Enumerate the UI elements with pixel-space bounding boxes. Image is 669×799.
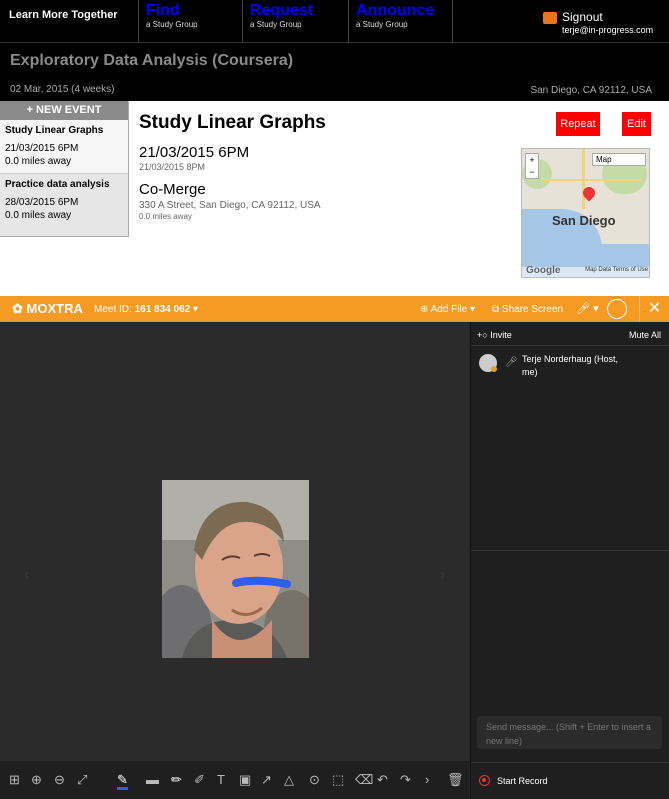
message-input[interactable]: Send message... (Shift + Enter to insert…: [477, 716, 662, 749]
event-item[interactable]: Study Linear Graphs 21/03/2015 6PM 0.0 m…: [0, 120, 128, 174]
redo-icon[interactable]: ↷: [400, 773, 411, 787]
event-distance: 0.0 miles away: [5, 210, 72, 221]
event-detail: Study Linear Graphs 21/03/2015 6PM 21/03…: [139, 112, 326, 221]
map-road: [542, 179, 642, 181]
next-icon[interactable]: ›: [425, 773, 429, 787]
event-distance-detail: 0.0 miles away: [139, 212, 192, 221]
divider: [471, 550, 669, 551]
signout-area: Signout terje@in-progress.com: [453, 0, 669, 42]
shared-photo[interactable]: [162, 480, 309, 658]
trash-icon[interactable]: 🗑︎: [447, 773, 464, 787]
group-header: Exploratory Data Analysis (Coursera) 02 …: [0, 42, 669, 101]
repeat-button[interactable]: Repeat: [556, 112, 600, 136]
moxtra-meeting: ✿ MOXTRA Meet ID: 161 834 062 ▾ ⊕ Add Fi…: [0, 296, 669, 799]
find-nav[interactable]: Find a Study Group: [139, 0, 243, 42]
whiteboard-stage[interactable]: ‹ ›: [0, 322, 469, 761]
group-location: San Diego, CA 92112, USA: [530, 85, 652, 96]
microphone-icon[interactable]: 🎤︎: [505, 357, 518, 368]
arrow-icon[interactable]: ↗: [261, 773, 272, 787]
close-icon[interactable]: ✕: [639, 296, 669, 322]
map-zoom-control[interactable]: + −: [525, 153, 539, 179]
invite-button[interactable]: +○ Invite: [477, 330, 512, 340]
google-logo: Google: [526, 265, 561, 276]
add-file-button[interactable]: ⊕ Add File ▾: [420, 304, 475, 315]
highlighter-icon[interactable]: ✐: [194, 773, 205, 787]
record-icon: [479, 775, 490, 786]
find-link[interactable]: Find: [146, 2, 242, 20]
event-title: Practice data analysis: [5, 179, 110, 190]
moxtra-logo: ✿ MOXTRA: [12, 301, 83, 316]
microphone-icon[interactable]: 🎤︎ ▾: [576, 302, 599, 315]
meet-id-value: 161 834 062: [134, 304, 191, 315]
participant-row[interactable]: 🎤︎ Terje Norderhaug (Host, me): [471, 346, 669, 380]
start-record-label: Start Record: [497, 776, 548, 786]
event-date: 28/03/2015 6PM: [5, 197, 79, 208]
user-icon: [543, 12, 557, 24]
next-page-icon[interactable]: ›: [440, 566, 445, 584]
zoom-out-icon[interactable]: −: [526, 166, 538, 178]
undo-icon[interactable]: ↶: [377, 773, 388, 787]
find-sub: a Study Group: [146, 20, 198, 29]
request-sub: a Study Group: [250, 20, 302, 29]
new-event-button[interactable]: + NEW EVENT: [0, 101, 128, 120]
share-screen-label: Share Screen: [501, 304, 564, 315]
start-record-button[interactable]: Start Record: [471, 762, 669, 799]
zoom-in-icon[interactable]: +: [526, 154, 538, 166]
announce-link[interactable]: Announce: [356, 2, 452, 20]
invite-label: Invite: [490, 330, 512, 340]
map-city-label: San Diego: [552, 213, 616, 228]
event-item[interactable]: Practice data analysis 28/03/2015 6PM 0.…: [0, 174, 128, 227]
event-venue: Co-Merge: [139, 181, 206, 198]
shape-icon[interactable]: △: [284, 773, 294, 787]
line-width-icon[interactable]: ▬: [146, 773, 159, 787]
event-title: Study Linear Graphs: [5, 125, 104, 136]
mute-all-button[interactable]: Mute All: [629, 330, 661, 340]
request-link[interactable]: Request: [250, 2, 348, 20]
avatar: [479, 354, 497, 372]
eraser-icon[interactable]: ⌫: [355, 773, 373, 787]
event-address: 330 A Street, San Diego, CA 92112, USA: [139, 200, 321, 211]
announce-nav[interactable]: Announce a Study Group: [349, 0, 453, 42]
pen-icon[interactable]: ✏: [171, 773, 182, 787]
user-email: terje@in-progress.com: [562, 25, 654, 35]
request-nav[interactable]: Request a Study Group: [243, 0, 349, 42]
announce-sub: a Study Group: [356, 20, 408, 29]
zoom-out-icon[interactable]: ⊖: [54, 773, 65, 787]
select-icon[interactable]: ⬚: [332, 773, 344, 787]
brand-link[interactable]: Learn More Together: [0, 0, 139, 42]
moxtra-toolbar: ✿ MOXTRA Meet ID: 161 834 062 ▾ ⊕ Add Fi…: [0, 296, 669, 322]
events-sidebar: + NEW EVENT Study Linear Graphs 21/03/20…: [0, 101, 129, 237]
add-file-label: Add File: [430, 304, 468, 315]
event-end: 21/03/2015 8PM: [139, 162, 206, 172]
portrait-image: [162, 480, 309, 658]
prev-page-icon[interactable]: ‹: [24, 566, 29, 584]
top-nav: Learn More Together Find a Study Group R…: [0, 0, 669, 42]
meet-id[interactable]: Meet ID: 161 834 062 ▾: [94, 304, 198, 315]
location-map[interactable]: San Diego + − Map Map Data Terms of Use …: [521, 148, 650, 278]
event-start: 21/03/2015 6PM: [139, 144, 250, 161]
share-screen-button[interactable]: ⧉ Share Screen: [492, 304, 563, 315]
participants-icon[interactable]: [607, 299, 627, 319]
meeting-sidepanel: +○ Invite Mute All 🎤︎ Terje Norderhaug (…: [470, 322, 669, 799]
signout-link[interactable]: Signout: [562, 10, 603, 24]
moxtra-logo-text: MOXTRA: [26, 301, 83, 316]
meet-id-label: Meet ID:: [94, 304, 132, 315]
grid-icon[interactable]: ⊞: [9, 773, 20, 787]
edit-button[interactable]: Edit: [622, 112, 651, 136]
map-type-select[interactable]: Map: [592, 153, 646, 166]
laser-icon[interactable]: ⊙: [309, 773, 320, 787]
participant-name: Terje Norderhaug (Host, me): [522, 354, 619, 377]
expand-icon[interactable]: ⤢: [77, 773, 87, 787]
pen-color-icon[interactable]: ✎: [117, 773, 128, 790]
event-detail-title: Study Linear Graphs: [139, 112, 326, 133]
whiteboard-toolbar: ⊞ ⊕ ⊖ ⤢ ✎ ▬ ✏ ✐ T ▣ ↗ △ ⊙ ⬚ ⌫ ↶ ↷ › 🗑︎: [0, 761, 469, 799]
text-icon[interactable]: T: [217, 773, 225, 787]
participants-header: +○ Invite Mute All: [471, 322, 669, 346]
zoom-in-icon[interactable]: ⊕: [31, 773, 42, 787]
event-distance: 0.0 miles away: [5, 156, 72, 167]
group-title: Exploratory Data Analysis (Coursera): [10, 52, 294, 69]
event-date: 21/03/2015 6PM: [5, 143, 79, 154]
image-icon[interactable]: ▣: [239, 773, 251, 787]
group-date: 02 Mar, 2015 (4 weeks): [10, 84, 115, 95]
